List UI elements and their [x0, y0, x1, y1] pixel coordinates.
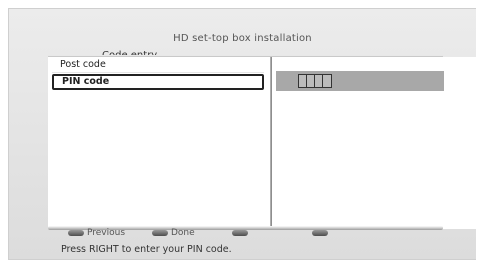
pin-digit-cell[interactable] [315, 75, 323, 87]
previous-button[interactable]: Previous [68, 227, 125, 239]
yellow-key-button[interactable] [232, 227, 251, 239]
pin-digit-cell[interactable] [307, 75, 315, 87]
previous-label: Previous [87, 228, 126, 238]
content-panel: Post code PIN code [48, 57, 476, 229]
menu-item-label: Post code [60, 59, 106, 70]
screen: HD set-top box installation Code entry P… [0, 0, 479, 271]
blue-key-icon [312, 230, 328, 236]
pin-entry-row[interactable] [276, 71, 444, 91]
page-title: HD set-top box installation [173, 33, 312, 44]
column-divider [270, 57, 272, 227]
done-button[interactable]: Done [152, 227, 195, 239]
pin-digit-cell[interactable] [299, 75, 307, 87]
menu-item-pin-code[interactable]: PIN code [52, 74, 264, 90]
green-key-icon [152, 230, 168, 236]
yellow-key-icon [232, 230, 248, 236]
help-text: Press RIGHT to enter your PIN code. [61, 244, 232, 255]
pin-input[interactable] [298, 74, 332, 88]
red-key-icon [68, 230, 84, 236]
blue-key-button[interactable] [312, 227, 331, 239]
pin-digit-cell[interactable] [323, 75, 331, 87]
done-label: Done [171, 228, 195, 238]
menu-item-post-code[interactable]: Post code [52, 57, 264, 73]
menu-item-label: PIN code [62, 76, 110, 87]
